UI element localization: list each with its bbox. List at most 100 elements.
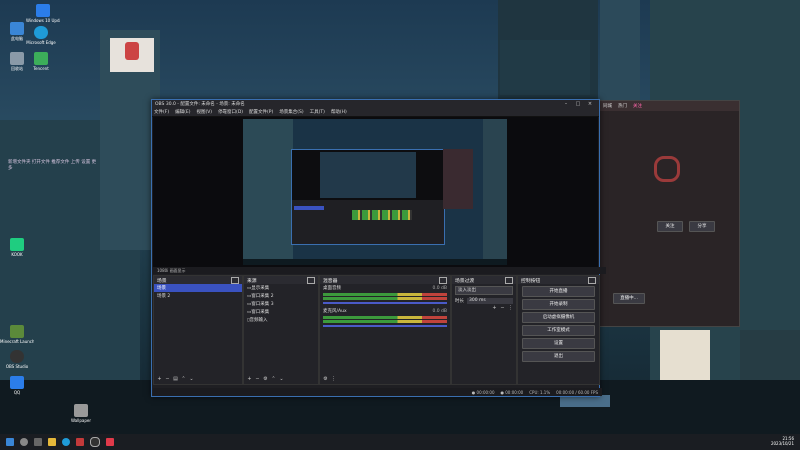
volume-meter (323, 293, 447, 296)
dock-float-icon[interactable] (439, 276, 447, 284)
task-view-icon[interactable] (34, 438, 42, 446)
search-icon[interactable] (20, 438, 28, 446)
mixer-channel: 桌面音频 0.0 dB (320, 284, 450, 304)
dock-float-icon[interactable] (231, 276, 239, 284)
dock-float-icon[interactable] (588, 276, 596, 284)
add-icon[interactable]: + (492, 306, 497, 311)
kook-icon (10, 238, 24, 251)
remove-icon[interactable]: − (500, 306, 505, 311)
obs-icon (10, 350, 24, 363)
start-icon[interactable] (6, 438, 14, 446)
transition-select[interactable]: 淡入淡出 (455, 286, 513, 295)
scene-item[interactable]: 场景 2 (154, 292, 242, 300)
source-item[interactable]: ▭ 窗口采集 2 (244, 292, 318, 300)
preview-label: 1080i 画面显示 (157, 267, 186, 273)
rec-status: ● 00:00:00 (500, 389, 524, 395)
right-app-header: 同城 热门 关注 (599, 101, 739, 111)
tab-follow[interactable]: 关注 (633, 103, 642, 109)
move-down-icon[interactable]: ⌄ (279, 377, 284, 382)
app-icon[interactable] (106, 438, 114, 446)
desktop-icon-minecraft[interactable]: Minecraft Launcher (0, 325, 34, 344)
menu-icon[interactable]: ⋮ (331, 377, 336, 382)
remove-icon[interactable]: − (255, 377, 260, 382)
menu-profile[interactable]: 配置文件(P) (249, 109, 273, 115)
obs-window[interactable]: OBS 30.0 - 配置文件: 未命名 - 场景: 未命名 – □ × 文件(… (151, 99, 606, 397)
dock-float-icon[interactable] (505, 276, 513, 284)
right-app-window[interactable]: 同城 热门 关注 关注 分享 直播中... (598, 100, 740, 327)
obs-icon[interactable] (90, 437, 100, 447)
source-item[interactable]: ▭ 显示采集 (244, 284, 318, 292)
live-status: ● 00:00:00 (471, 389, 495, 395)
add-icon[interactable]: + (247, 377, 252, 382)
menu-view[interactable]: 视图(V) (196, 109, 212, 115)
menu-edit[interactable]: 编辑(E) (175, 109, 190, 115)
minecraft-icon (10, 325, 24, 338)
start-virtual-camera-button[interactable]: 启动虚拟摄像机 (522, 312, 595, 323)
menu-tools[interactable]: 工具(T) (310, 109, 325, 115)
close-icon[interactable]: × (584, 101, 596, 107)
desktop-icon-wallpaper[interactable]: Wallpaper (64, 404, 98, 423)
share-button[interactable]: 分享 (689, 221, 715, 232)
move-up-icon[interactable]: ⌃ (181, 377, 186, 382)
volume-slider[interactable] (323, 325, 447, 327)
mixer-title: 混音器 (323, 278, 338, 284)
source-item[interactable]: ▯ 音频输入 (244, 316, 318, 324)
docks-area: 场景 场景 场景 2 + − ▤ ⌃ ⌄ 来源 ▭ 显示采集 ▭ 窗口采集 2 … (153, 275, 600, 385)
cpu-status: CPU: 1.1% (529, 389, 551, 395)
start-streaming-button[interactable]: 开始直播 (522, 286, 595, 297)
edge-icon[interactable] (62, 438, 70, 446)
audio-mixer-dock: 混音器 桌面音频 0.0 dB 麦克风/Aux 0.0 dB ⚙ ⋮ (319, 275, 451, 385)
menu-file[interactable]: 文件(F) (154, 109, 169, 115)
file-icon (74, 404, 88, 417)
menu-help[interactable]: 帮助(H) (331, 109, 347, 115)
settings-button[interactable]: 设置 (522, 338, 595, 349)
start-recording-button[interactable]: 开始录制 (522, 299, 595, 310)
dock-float-icon[interactable] (307, 276, 315, 284)
desktop-icon-tencent[interactable]: Tencent (24, 52, 58, 71)
sticky-note: 新增文件夹 打开文件 推荐文件 上传 设置 更多 (8, 160, 97, 171)
desktop-icon-kook[interactable]: KOOK (0, 238, 34, 257)
maximize-icon[interactable]: □ (572, 101, 584, 107)
tencent-icon (34, 52, 48, 65)
tab-hot[interactable]: 热门 (618, 103, 627, 109)
gear-icon[interactable]: ⚙ (263, 377, 268, 382)
desktop-icon-qq[interactable]: QQ (0, 376, 34, 395)
tab-city[interactable]: 同城 (603, 103, 612, 109)
taskbar: 21:56 2023/10/21 (0, 434, 800, 450)
menu-icon[interactable]: ⋮ (508, 306, 513, 311)
source-item[interactable]: ▭ 窗口采集 3 (244, 300, 318, 308)
desktop-icon-obs[interactable]: OBS Studio (0, 350, 34, 369)
desktop-icon-edge[interactable]: Microsoft Edge (24, 26, 58, 45)
obs-titlebar: OBS 30.0 - 配置文件: 未命名 - 场景: 未命名 – □ × (152, 100, 599, 108)
scene-item[interactable]: 场景 (154, 284, 242, 292)
studio-mode-button[interactable]: 工作室模式 (522, 325, 595, 336)
preview-canvas[interactable] (153, 117, 598, 267)
minimize-icon[interactable]: – (560, 101, 572, 107)
move-up-icon[interactable]: ⌃ (271, 377, 276, 382)
live-status-button[interactable]: 直播中... (613, 293, 645, 304)
follow-button[interactable]: 关注 (657, 221, 683, 232)
add-icon[interactable]: + (157, 377, 162, 382)
volume-meter (323, 316, 447, 319)
remove-icon[interactable]: − (165, 377, 170, 382)
duration-input[interactable]: 300 ms (467, 298, 513, 304)
sources-title: 来源 (247, 278, 257, 284)
file-explorer-icon[interactable] (48, 438, 56, 446)
volume-slider[interactable] (323, 302, 447, 304)
app-icon[interactable] (76, 438, 84, 446)
menu-docks[interactable]: 停靠窗口(D) (218, 109, 243, 115)
exit-button[interactable]: 退出 (522, 351, 595, 362)
source-item[interactable]: ▭ 窗口采集 (244, 308, 318, 316)
filter-icon[interactable]: ▤ (173, 377, 178, 382)
preview-toolbar: 1080i 画面显示 (153, 267, 606, 274)
mixer-settings-icon[interactable]: ⚙ (323, 377, 328, 382)
transitions-title: 场景过渡 (455, 278, 475, 284)
desktop-icon-windows-update[interactable]: Windows 10 Update (26, 4, 60, 23)
windows-icon (36, 4, 50, 17)
menu-scene-collection[interactable]: 场景集合(S) (279, 109, 303, 115)
move-down-icon[interactable]: ⌄ (189, 377, 194, 382)
clock-date: 2023/10/21 (770, 441, 794, 446)
clock[interactable]: 21:56 2023/10/21 (771, 436, 794, 446)
mixer-channel: 麦克风/Aux 0.0 dB (320, 307, 450, 327)
fps-status: 00:00:00 / 60.00 FPS (556, 389, 598, 395)
